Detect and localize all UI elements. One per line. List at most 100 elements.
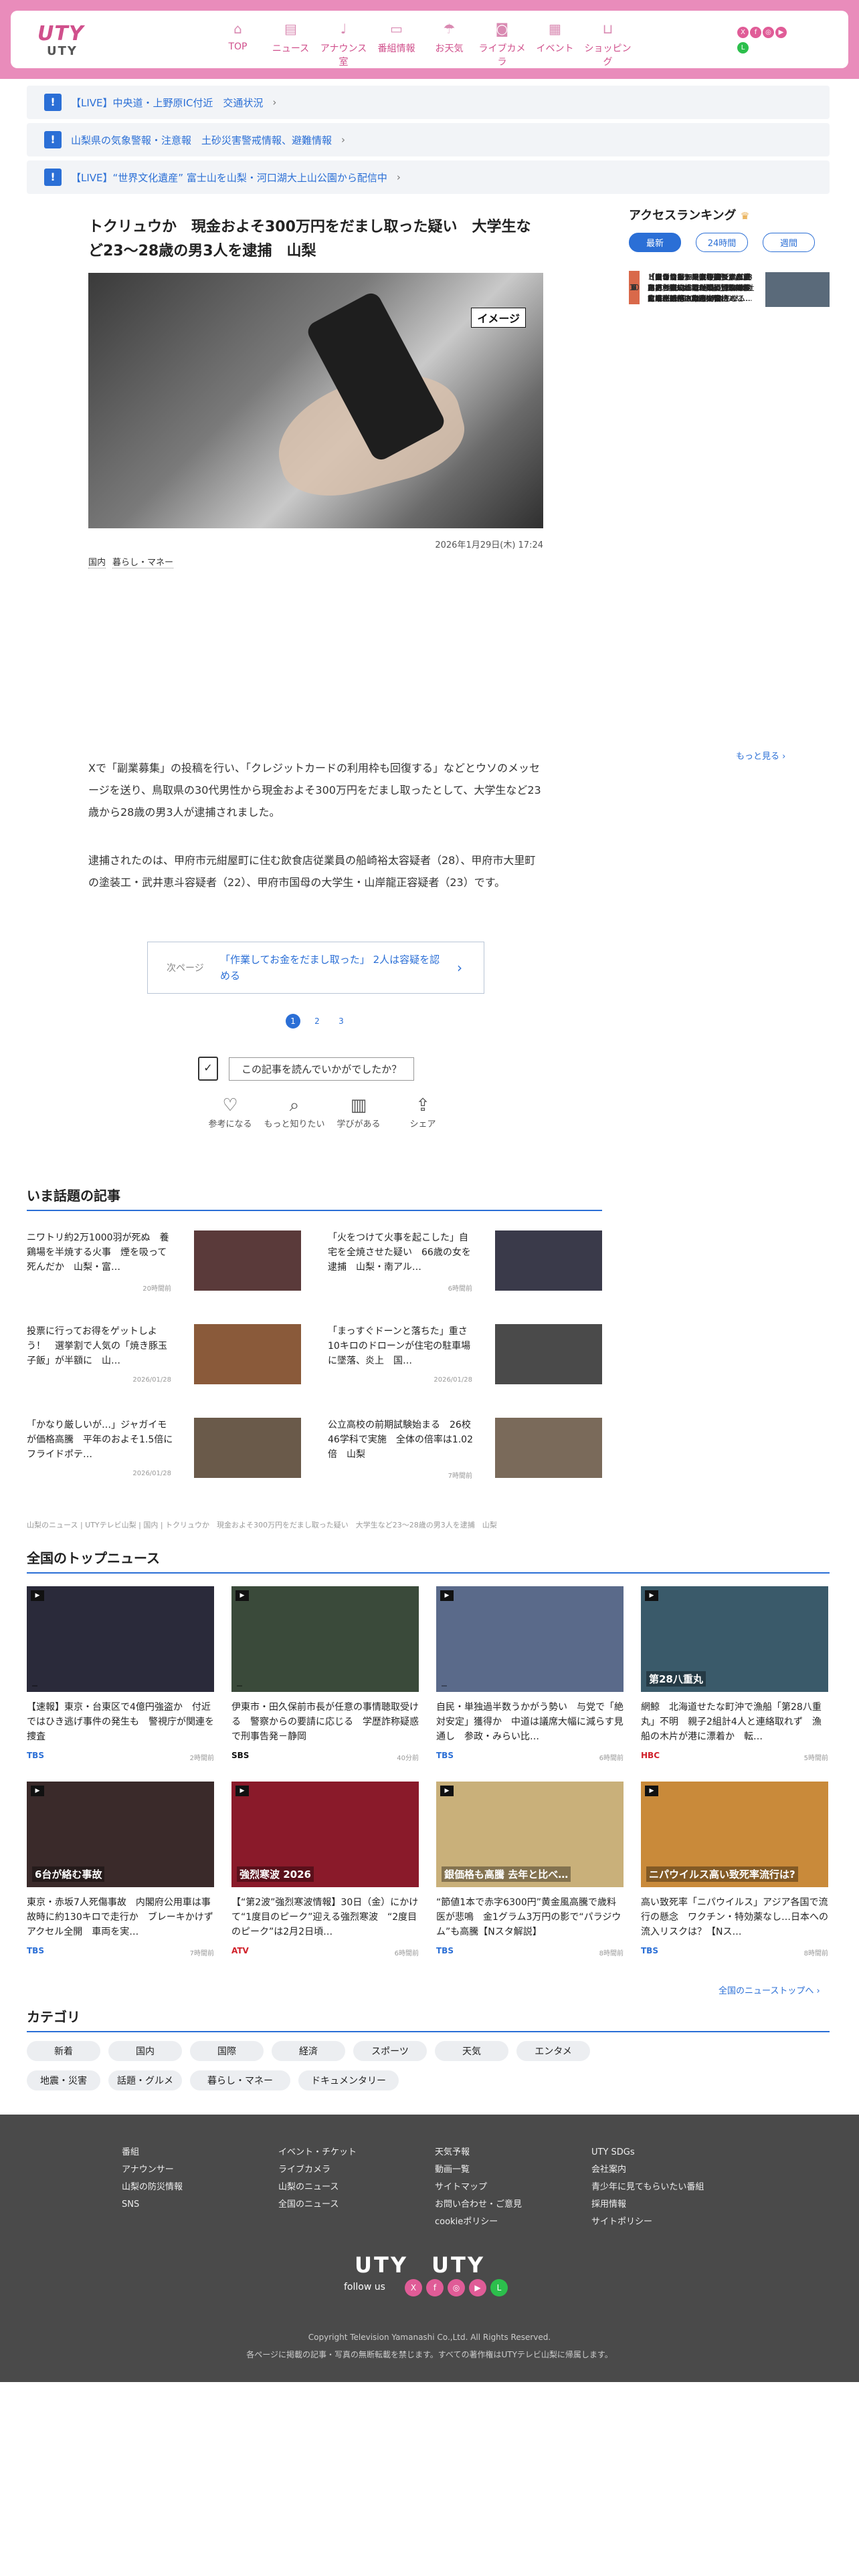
footer-link[interactable]: SNS	[122, 2196, 183, 2214]
line-icon[interactable]: L	[737, 42, 749, 53]
footer-link[interactable]: ライブカメラ	[278, 2161, 357, 2179]
tab-latest[interactable]: 最新	[629, 233, 681, 252]
category-chip[interactable]: 暮らし・マネー	[190, 2070, 290, 2090]
nav-shopping[interactable]: ⊔ ショッピング	[581, 20, 634, 68]
topnews-item[interactable]: ▶ 6台が絡む事故 東京・赤坂7人死傷事故 内閣府公用車は事故時に約130キロで走行…	[27, 1782, 214, 1957]
footer-link[interactable]: お問い合わせ・ご意見	[435, 2196, 522, 2214]
category-chip[interactable]: エンタメ	[516, 2041, 590, 2061]
category-chip[interactable]: 経済	[272, 2041, 345, 2061]
nav-top[interactable]: ⌂ TOP	[211, 20, 264, 68]
instagram-icon[interactable]: ◎	[763, 27, 774, 38]
react-learn-button[interactable]: ▥ 学びがある	[326, 1094, 391, 1130]
category-link[interactable]: 国内	[88, 558, 106, 568]
category-link[interactable]: 暮らし・マネー	[112, 558, 174, 568]
access-ranking: アクセスランキング ♛ 最新24時間週間 1「まっすぐドーンと落ちた」重さ10キ…	[629, 206, 830, 307]
instagram-icon[interactable]: ◎	[448, 2279, 465, 2296]
trending-date: 6時間前	[448, 1285, 472, 1293]
category-chip[interactable]: 話題・グルメ	[108, 2070, 182, 2090]
trending-date: 2026/01/28	[434, 1376, 472, 1384]
topnews-more-link[interactable]: 全国のニューストップへ ›	[719, 1983, 820, 1996]
category-chip[interactable]: ドキュメンタリー	[298, 2070, 399, 2090]
topnews-item[interactable]: ▶ 第28八重丸 網鯨 北海道せたな町沖で漁船「第28八重丸」不明 親子2組計4人と…	[641, 1586, 828, 1762]
tab-weekly[interactable]: 週間	[763, 233, 815, 252]
topnews-title: 伊東市・田久保前市長が任意の事情聴取受ける 警察からの要請に応じる 学歴詐称疑惑…	[231, 1702, 419, 1742]
play-icon: ▶	[235, 1786, 249, 1796]
category-chip[interactable]: 地震・災害	[27, 2070, 100, 2090]
footer-link[interactable]: サイトマップ	[435, 2179, 522, 2196]
topnews-thumbnail: ▶ ニパウイルス高い致死率流行は?	[641, 1782, 828, 1887]
topnews-source: TBS 8時間前	[436, 1946, 624, 1957]
category-chip[interactable]: 国際	[190, 2041, 264, 2061]
x-icon[interactable]: X	[405, 2279, 422, 2296]
article-title: トクリュウか 現金およそ300万円をだまし取った疑い 大学生など23～28歳の男…	[88, 219, 531, 259]
nav-news[interactable]: ▤ ニュース	[264, 20, 317, 68]
footer-link[interactable]: 青少年に見てもらいたい番組	[591, 2179, 704, 2196]
page-1[interactable]: 1	[286, 1014, 300, 1029]
ranking-tabs: 最新 24時間 週間	[629, 233, 830, 252]
tab-24h[interactable]: 24時間	[696, 233, 748, 252]
react-more-button[interactable]: ⌕ もっと知りたい	[262, 1094, 326, 1130]
facebook-icon[interactable]: f	[426, 2279, 444, 2296]
nav-livecamera[interactable]: ◙ ライブカメラ	[476, 20, 529, 68]
next-page-label: 次ページ	[167, 963, 204, 974]
topnews-item[interactable]: ▶ 銀価格も高騰 去年と比べ… “節値1本で赤字6300円”黄金風高騰で歳料医が悲鳴…	[436, 1782, 624, 1957]
thumbnail-caption: 強烈寒波 2026	[237, 1866, 314, 1882]
camera-icon: ◙	[495, 21, 509, 37]
site-footer: 番組 アナウンサー 山梨の防災情報 SNS イベント・チケット ライブカメラ 山梨のニュー…	[0, 2115, 859, 2382]
footer-link[interactable]: 山梨のニュース	[278, 2179, 357, 2196]
ranking-more-link[interactable]: もっと見る ›	[736, 749, 785, 762]
site-logo[interactable]: UTY UTY	[37, 23, 91, 60]
footer-link[interactable]: 動画一覧	[435, 2161, 522, 2179]
topnews-source: SBS 40分前	[231, 1751, 419, 1762]
facebook-icon[interactable]: f	[750, 27, 761, 38]
footer-link[interactable]: 全国のニュース	[278, 2196, 357, 2214]
footer-link[interactable]: イベント・チケット	[278, 2144, 357, 2161]
page-3[interactable]: 3	[334, 1014, 349, 1029]
category-chip[interactable]: 天気	[435, 2041, 508, 2061]
topnews-item[interactable]: ▶ 強烈寒波 2026 【“第2波”強烈寒波情報】30日（金）にかけて“1度目のピー…	[231, 1782, 419, 1957]
alert-link-3[interactable]: ! 【LIVE】“世界文化遺産” 富士山を山梨・河口湖大上山公園から配信中 ›	[27, 160, 830, 194]
copyright-text: Copyright Television Yamanashi Co.,Ltd. …	[308, 2333, 551, 2342]
footer-link[interactable]: 山梨の防災情報	[122, 2179, 183, 2196]
categories-heading: カテゴリ	[27, 2006, 830, 2032]
footer-logo[interactable]: UTY UTY	[355, 2248, 485, 2279]
footer-link[interactable]: 会社案内	[591, 2161, 704, 2179]
footer-link[interactable]: UTY SDGs	[591, 2144, 704, 2161]
trending-item[interactable]: ニワトリ約2万1000羽が死ぬ 養鶏場を半焼する火事 煙を吸って死んだか 山梨・…	[27, 1230, 301, 1297]
trending-item[interactable]: 「かなり厳しいが…」ジャガイモが価格高騰 平年のおよそ1.5倍に フライドポテ……	[27, 1418, 301, 1485]
nav-announcers[interactable]: ♩ アナウンス室	[317, 20, 370, 68]
topnews-item[interactable]: ▶ 伊東市・田久保前市長が任意の事情聴取受ける 警察からの要請に応じる 学歴詐称疑…	[231, 1586, 419, 1762]
footer-link[interactable]: サイトポリシー	[591, 2214, 704, 2231]
topnews-item[interactable]: ▶ 自民・単独過半数うかがう勢い 与党で「絶対安定」獲得か 中道は議席大幅に減らす…	[436, 1586, 624, 1762]
trending-item[interactable]: 「火をつけて火事を起こした」自宅を全焼させた疑い 66歳の女を逮捕 山梨・南アル…	[328, 1230, 602, 1297]
alert-link-1[interactable]: ! 【LIVE】中央道・上野原IC付近 交通状況 ›	[27, 86, 830, 119]
trending-item[interactable]: 「まっすぐドーンと落ちた」重さ10キロのドローンが住宅の駐車場に墜落、炎上 国……	[328, 1324, 602, 1391]
alert-icon: !	[44, 131, 62, 148]
youtube-icon[interactable]: ▶	[469, 2279, 486, 2296]
footer-link[interactable]: アナウンサー	[122, 2161, 183, 2179]
alert-link-2[interactable]: ! 山梨県の気象警報・注意報 土砂災害警戒情報、避難情報 ›	[27, 123, 830, 156]
next-page-button[interactable]: 次ページ 「作業してお金をだまし取った」 2人は容疑を認める ›	[147, 942, 484, 994]
category-chip[interactable]: 新着	[27, 2041, 100, 2061]
footer-link[interactable]: cookieポリシー	[435, 2214, 522, 2231]
nav-programs[interactable]: ▭ 番組情報	[370, 20, 423, 68]
nav-events[interactable]: ▦ イベント	[529, 20, 581, 68]
trending-item[interactable]: 投票に行ってお得をゲットしよう！ 選挙割で人気の「焼き豚玉子飯」が半額に 山… 2…	[27, 1324, 301, 1391]
nav-weather[interactable]: ☂ お天気	[423, 20, 476, 68]
x-icon[interactable]: X	[737, 27, 749, 38]
page-2[interactable]: 2	[310, 1014, 324, 1029]
footer-link[interactable]: 採用情報	[591, 2196, 704, 2214]
topnews-item[interactable]: ▶ 【速報】東京・台東区で4億円強盗か 付近ではひき逃げ事件の発生も 警視庁が関連…	[27, 1586, 214, 1762]
share-button[interactable]: ⇪ シェア	[391, 1094, 455, 1130]
react-helpful-button[interactable]: ♡ 参考になる	[198, 1094, 262, 1130]
trending-item[interactable]: 公立高校の前期試験始まる 26校46学科で実施 全体の倍率は1.02倍 山梨 7時…	[328, 1418, 602, 1485]
category-chip[interactable]: スポーツ	[353, 2041, 427, 2061]
line-icon[interactable]: L	[490, 2279, 508, 2296]
footer-col-3: 天気予報 動画一覧 サイトマップ お問い合わせ・ご意見 cookieポリシー	[435, 2144, 522, 2231]
footer-link[interactable]: 番組	[122, 2144, 183, 2161]
footer-link[interactable]: 天気予報	[435, 2144, 522, 2161]
topnews-item[interactable]: ▶ ニパウイルス高い致死率流行は? 高い致死率「ニパウイルス」アジア各国で流行の懸念…	[641, 1782, 828, 1957]
category-chip[interactable]: 国内	[108, 2041, 182, 2061]
youtube-icon[interactable]: ▶	[775, 27, 787, 38]
trending-thumbnail	[194, 1230, 301, 1291]
